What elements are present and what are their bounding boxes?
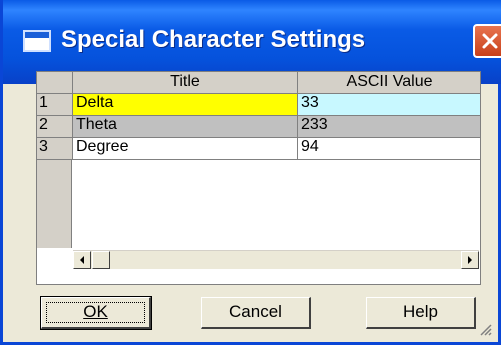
horizontal-scrollbar[interactable] [73, 250, 479, 269]
column-header-title[interactable]: Title [73, 72, 298, 94]
cell-ascii-value[interactable]: 33 [298, 94, 480, 116]
ok-button-label: OK [83, 302, 108, 321]
close-button[interactable] [473, 24, 501, 58]
help-button-label: Help [403, 302, 438, 321]
cell-title[interactable]: Theta [73, 116, 298, 138]
arrow-left-icon [80, 256, 84, 264]
close-icon [482, 33, 498, 49]
arrow-right-icon [468, 256, 472, 264]
scroll-left-button[interactable] [73, 251, 91, 269]
cancel-button-label: Cancel [229, 302, 282, 321]
cell-ascii-value[interactable]: 94 [298, 138, 480, 160]
scroll-right-button[interactable] [461, 251, 479, 269]
dialog-title: Special Character Settings [61, 26, 366, 53]
cancel-button[interactable]: Cancel [201, 297, 311, 329]
dialog-window: Special Character Settings Title ASCII V… [0, 0, 501, 345]
cell-title[interactable]: Degree [73, 138, 298, 160]
app-icon [23, 30, 51, 52]
row-header-empty [37, 160, 72, 248]
help-button[interactable]: Help [366, 297, 476, 329]
settings-grid[interactable]: Title ASCII Value 1 Delta 33 2 Theta 233… [36, 71, 481, 285]
cell-title[interactable]: Delta [73, 94, 298, 116]
ok-button[interactable]: OK [40, 296, 152, 330]
resize-grip-icon[interactable] [478, 322, 492, 336]
column-header-ascii-value[interactable]: ASCII Value [298, 72, 480, 94]
row-number[interactable]: 3 [37, 138, 73, 160]
row-number[interactable]: 1 [37, 94, 73, 116]
row-number[interactable]: 2 [37, 116, 73, 138]
cell-ascii-value[interactable]: 233 [298, 116, 480, 138]
grid-corner-cell [37, 72, 73, 94]
scroll-thumb[interactable] [92, 251, 110, 269]
